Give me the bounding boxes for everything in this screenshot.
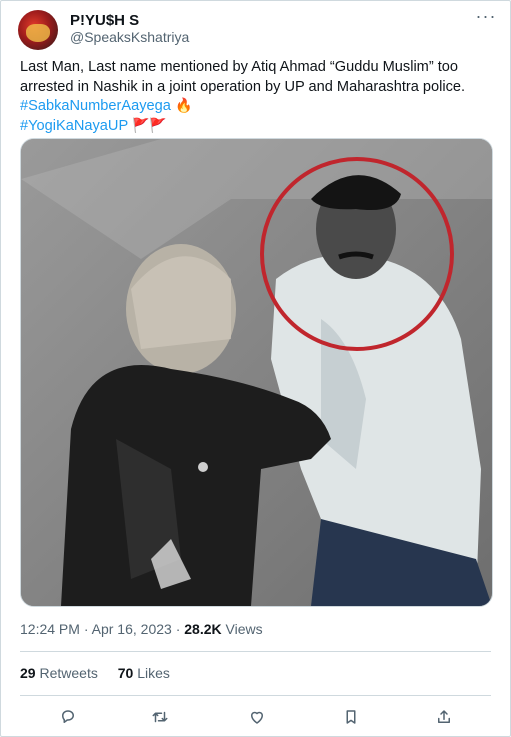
share-button[interactable] [429,702,459,732]
divider [20,651,491,652]
reply-icon [62,710,74,723]
share-icon [438,710,450,723]
likes-stat[interactable]: 70 Likes [118,665,170,681]
red-flag-emoji-icon: 🚩🚩 [131,117,167,134]
fire-emoji-icon: 🔥 [174,98,193,114]
cctv-photo-illustration [21,139,492,606]
tweet-text: Last Man, Last name mentioned by Atiq Ah… [20,58,490,136]
hashtag-yogi-ka-naya-up[interactable]: #YogiKaNayaUP [20,118,128,134]
hashtag-line-2: #YogiKaNayaUP 🚩🚩 [20,117,490,137]
like-button[interactable] [242,702,272,732]
likes-count: 70 [117,665,134,681]
hashtag-line-1: #SabkaNumberAayega 🔥 [20,97,490,117]
tweet-date[interactable]: Apr 16, 2023 [92,621,172,637]
reply-button[interactable] [53,702,83,732]
tweet-time[interactable]: 12:24 PM [20,621,80,637]
divider-2 [20,695,491,696]
retweets-stat[interactable]: 29 Retweets [20,665,102,681]
likes-label: Likes [137,665,170,681]
author-handle[interactable]: @SpeaksKshatriya [70,29,189,45]
views-label: Views [225,621,263,637]
tweet-meta: 12:24 PM · Apr 16, 2023 · 28.2K Views [20,621,263,637]
hashtag-sabka-number-aayega[interactable]: #SabkaNumberAayega [20,98,171,114]
meta-separator: · [83,621,89,637]
more-options-icon[interactable]: ··· [472,7,500,29]
like-icon [251,711,263,724]
tweet-body: Last Man, Last name mentioned by Atiq Ah… [20,59,466,95]
tweet-card: P!YU$H S @SpeaksKshatriya ··· Last Man, … [0,0,511,737]
tweet-photo[interactable] [20,138,493,607]
views-count: 28.2K [184,621,222,637]
bookmark-button[interactable] [336,702,366,732]
author-name[interactable]: P!YU$H S [70,12,139,29]
meta-separator-2: · [175,621,181,637]
retweet-icon [152,711,168,723]
engagement-stats: 29 Retweets 70 Likes [20,665,186,681]
retweets-label: Retweets [39,665,98,681]
action-bar [20,698,491,734]
bookmark-icon [346,710,356,724]
retweet-button[interactable] [145,702,175,732]
avatar[interactable] [18,10,58,50]
retweets-count: 29 [20,665,36,681]
